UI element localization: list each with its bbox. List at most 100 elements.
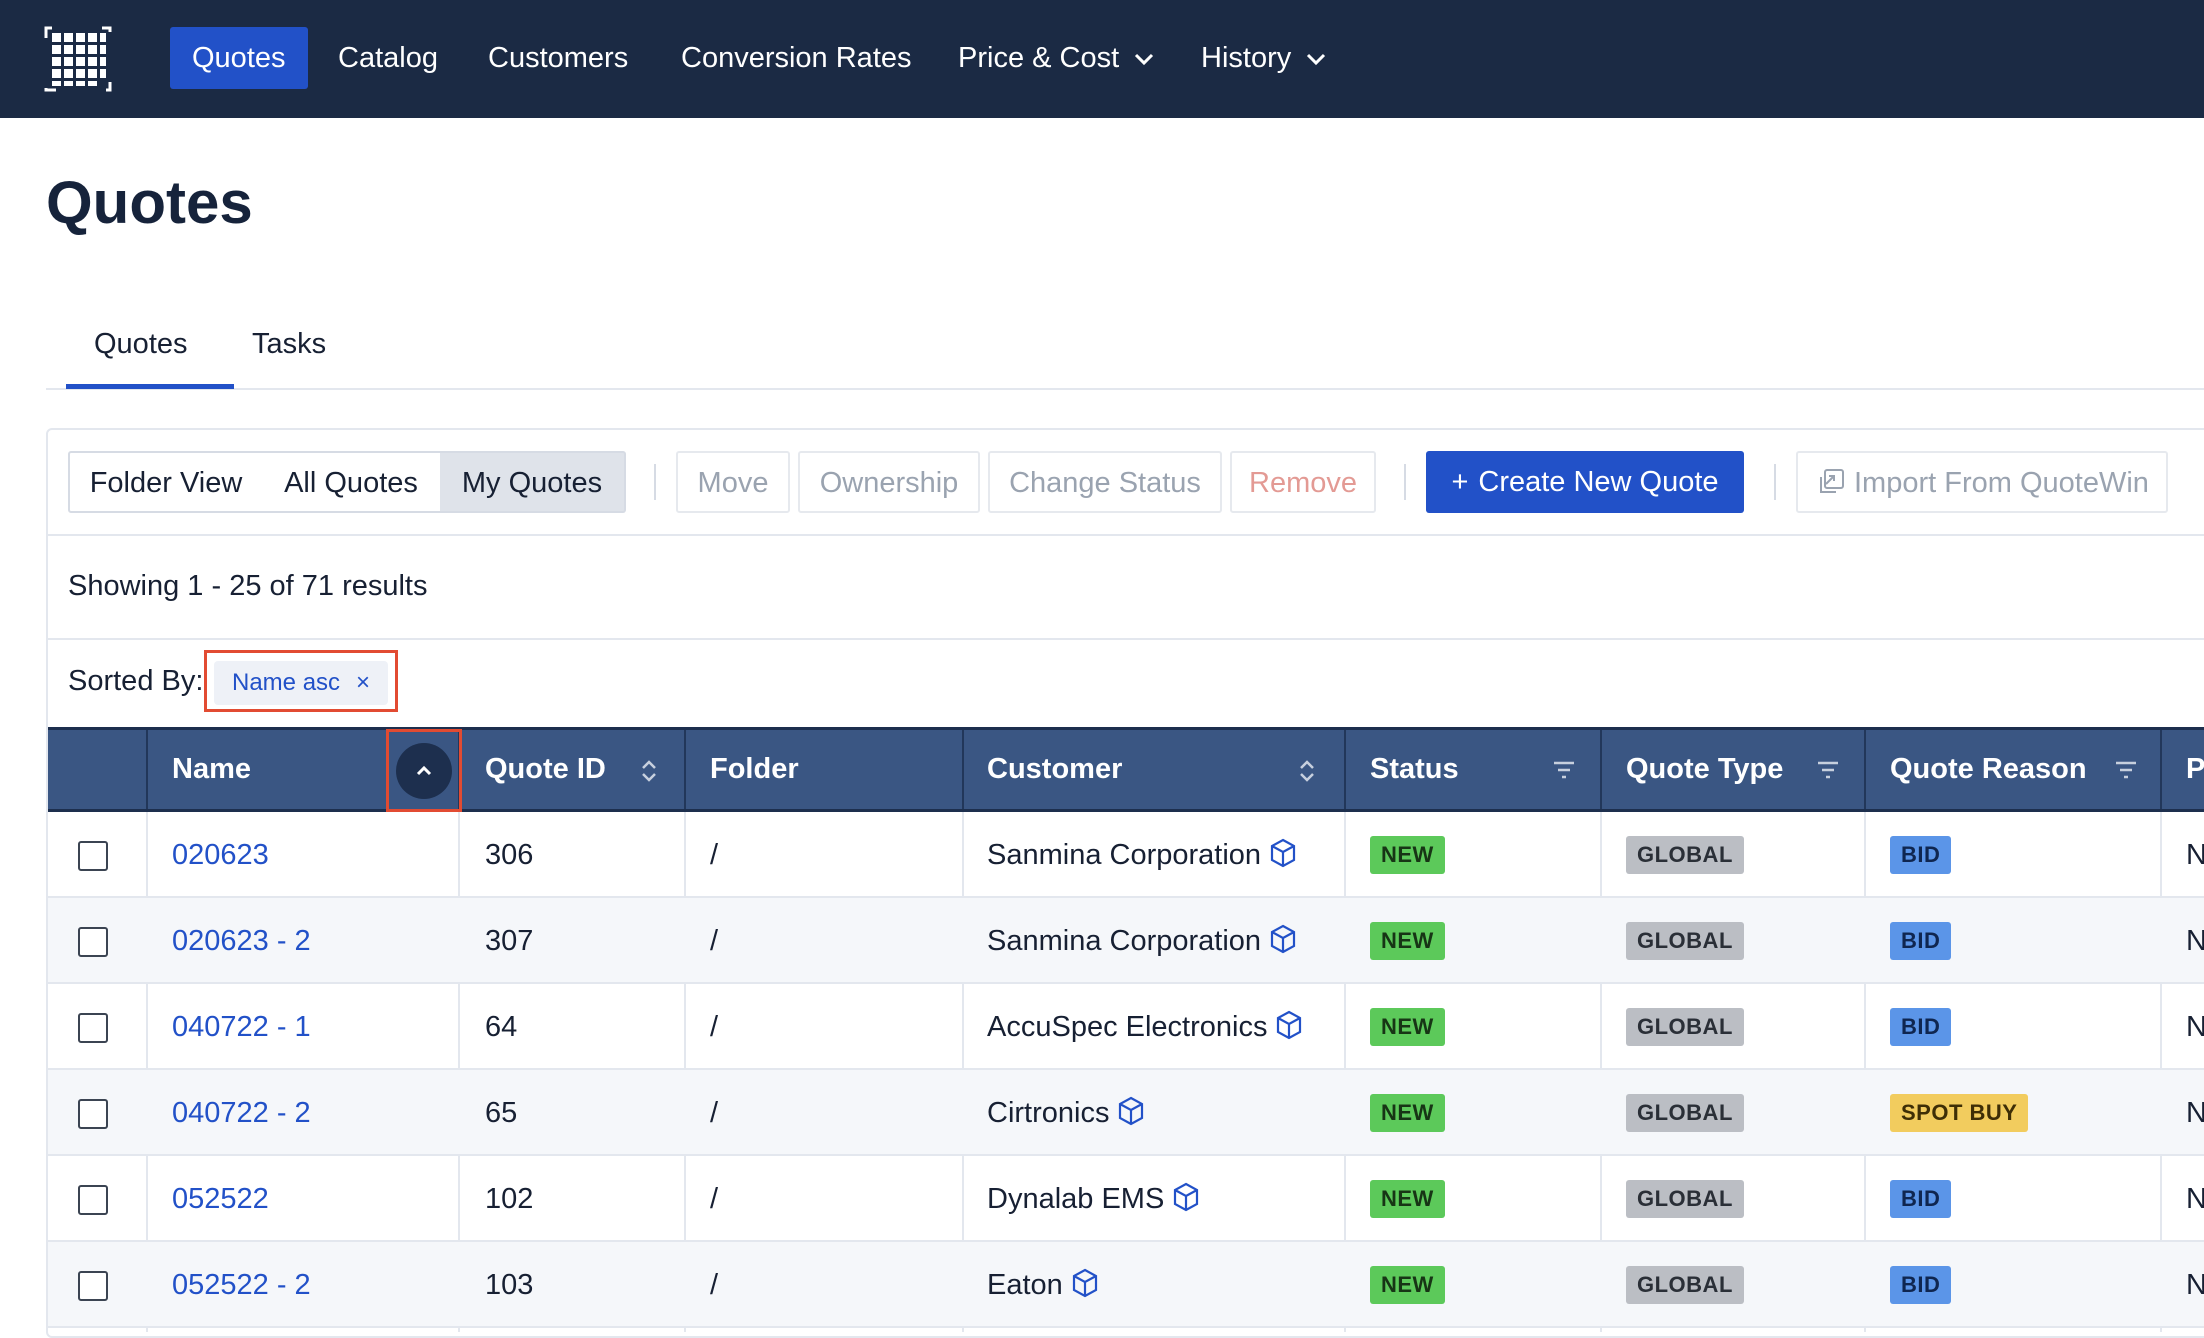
top-navbar: Quotes Catalog Customers Conversion Rate… bbox=[0, 0, 2204, 118]
status-badge: NEW bbox=[1370, 922, 1445, 960]
filter-icon[interactable] bbox=[2114, 758, 2138, 782]
table-row[interactable]: 052522 - 2 103 / Eaton NEW GLOBAL BID N bbox=[48, 1242, 2204, 1328]
cube-icon[interactable] bbox=[1269, 924, 1297, 954]
quote-name-link[interactable]: 052522 bbox=[172, 1156, 269, 1242]
plus-icon: + bbox=[1451, 466, 1469, 498]
import-icon bbox=[1820, 469, 1844, 494]
nav-quotes[interactable]: Quotes bbox=[170, 27, 308, 89]
toolbar-divider bbox=[1404, 464, 1406, 500]
header-divider bbox=[1864, 730, 1866, 809]
sorted-by-label: Sorted By: bbox=[68, 665, 204, 697]
quote-reason-badge: BID bbox=[1890, 922, 1952, 960]
folder-path: / bbox=[710, 1269, 719, 1301]
column-header-truncated[interactable]: P bbox=[2186, 730, 2204, 809]
column-header-quote-id[interactable]: Quote ID bbox=[485, 730, 606, 809]
customer-name: Eaton bbox=[987, 1269, 1063, 1301]
nav-quotes-label: Quotes bbox=[192, 42, 286, 74]
cube-icon[interactable] bbox=[1269, 838, 1297, 868]
folder-path: / bbox=[710, 1011, 719, 1043]
quote-type-badge: GLOBAL bbox=[1626, 922, 1744, 960]
status-badge: NEW bbox=[1370, 1266, 1445, 1304]
cube-icon[interactable] bbox=[1117, 1096, 1145, 1126]
nav-history[interactable]: History bbox=[1179, 27, 1349, 89]
row-checkbox[interactable] bbox=[78, 1271, 108, 1301]
app-grid-logo-icon[interactable] bbox=[44, 26, 112, 92]
column-header-folder[interactable]: Folder bbox=[710, 730, 799, 809]
column-header-status[interactable]: Status bbox=[1370, 730, 1459, 809]
toolbar-divider bbox=[654, 464, 656, 500]
quote-name-link[interactable]: 020623 bbox=[172, 812, 269, 898]
divider bbox=[48, 638, 2204, 640]
filter-icon[interactable] bbox=[1552, 758, 1576, 782]
truncated-cell: N bbox=[2186, 1183, 2204, 1215]
folder-path: / bbox=[710, 1097, 719, 1129]
status-badge: NEW bbox=[1370, 1180, 1445, 1218]
quote-name-link[interactable]: 040722 - 2 bbox=[172, 1070, 311, 1156]
table-row[interactable]: 020623 306 / Sanmina Corporation NEW GLO… bbox=[48, 812, 2204, 898]
header-divider bbox=[2160, 730, 2162, 809]
results-count: Showing 1 - 25 of 71 results bbox=[68, 570, 428, 602]
import-label: Import From QuoteWin bbox=[1854, 467, 2149, 499]
table-row[interactable]: 020623 - 2 307 / Sanmina Corporation NEW… bbox=[48, 898, 2204, 984]
tab-tasks[interactable]: Tasks bbox=[252, 328, 326, 361]
row-checkbox[interactable] bbox=[78, 927, 108, 957]
sort-toggle-icon[interactable] bbox=[1298, 758, 1316, 784]
cube-icon[interactable] bbox=[1071, 1268, 1099, 1298]
header-divider bbox=[146, 730, 148, 809]
column-header-quote-type[interactable]: Quote Type bbox=[1626, 730, 1783, 809]
row-checkbox[interactable] bbox=[78, 1099, 108, 1129]
column-header-name[interactable]: Name bbox=[172, 730, 251, 809]
import-from-quotewin-button[interactable]: Import From QuoteWin bbox=[1796, 451, 2168, 513]
ownership-button[interactable]: Ownership bbox=[798, 451, 980, 513]
row-checkbox[interactable] bbox=[78, 841, 108, 871]
quote-reason-badge: BID bbox=[1890, 1008, 1952, 1046]
my-quotes-button[interactable]: My Quotes bbox=[440, 451, 626, 513]
cube-icon[interactable] bbox=[1172, 1182, 1200, 1212]
quote-type-badge: GLOBAL bbox=[1626, 1180, 1744, 1218]
nav-conversion-rates[interactable]: Conversion Rates bbox=[659, 27, 934, 89]
folder-path: / bbox=[710, 925, 719, 957]
all-quotes-button[interactable]: All Quotes bbox=[262, 451, 442, 513]
status-badge: NEW bbox=[1370, 836, 1445, 874]
create-new-quote-button[interactable]: + Create New Quote bbox=[1426, 451, 1744, 513]
toolbar-divider bbox=[1774, 464, 1776, 500]
truncated-cell: N bbox=[2186, 1011, 2204, 1043]
customer-name: Dynalab EMS bbox=[987, 1183, 1165, 1215]
quote-name-link[interactable]: 040722 - 1 bbox=[172, 984, 311, 1070]
table-row[interactable]: 040722 - 1 64 / AccuSpec Electronics NEW… bbox=[48, 984, 2204, 1070]
header-divider bbox=[962, 730, 964, 809]
quote-id: 102 bbox=[485, 1183, 534, 1215]
nav-catalog[interactable]: Catalog bbox=[316, 27, 460, 89]
folder-view-button[interactable]: Folder View bbox=[68, 451, 264, 513]
quote-id: 65 bbox=[485, 1097, 518, 1129]
status-badge: NEW bbox=[1370, 1008, 1445, 1046]
nav-price-cost[interactable]: Price & Cost bbox=[936, 27, 1177, 89]
nav-history-label: History bbox=[1201, 42, 1292, 74]
customer-cell: Dynalab EMS bbox=[987, 1156, 1200, 1242]
truncated-cell: N bbox=[2186, 1097, 2204, 1129]
customer-cell: Sanmina Corporation bbox=[987, 898, 1297, 984]
table-row[interactable]: 040722 - 2 65 / Cirtronics NEW GLOBAL SP… bbox=[48, 1070, 2204, 1156]
header-divider bbox=[1344, 730, 1346, 809]
nav-customers[interactable]: Customers bbox=[466, 27, 650, 89]
move-button[interactable]: Move bbox=[676, 451, 790, 513]
column-header-customer[interactable]: Customer bbox=[987, 730, 1122, 809]
row-checkbox[interactable] bbox=[78, 1013, 108, 1043]
filter-icon[interactable] bbox=[1816, 758, 1840, 782]
sort-toggle-icon[interactable] bbox=[640, 758, 658, 784]
change-status-button[interactable]: Change Status bbox=[988, 451, 1222, 513]
cube-icon[interactable] bbox=[1275, 1010, 1303, 1040]
truncated-cell: N bbox=[2186, 925, 2204, 957]
remove-button[interactable]: Remove bbox=[1230, 451, 1376, 513]
column-header-quote-reason[interactable]: Quote Reason bbox=[1890, 730, 2087, 809]
table-row[interactable]: 052522 102 / Dynalab EMS NEW GLOBAL BID … bbox=[48, 1156, 2204, 1242]
quote-reason-badge: BID bbox=[1890, 1180, 1952, 1218]
nav-customers-label: Customers bbox=[488, 42, 629, 74]
truncated-cell: N bbox=[2186, 1269, 2204, 1301]
header-divider bbox=[1600, 730, 1602, 809]
quote-name-link[interactable]: 020623 - 2 bbox=[172, 898, 311, 984]
quote-name-link[interactable]: 052522 - 2 bbox=[172, 1242, 311, 1328]
create-new-quote-label: Create New Quote bbox=[1478, 466, 1719, 498]
tab-quotes[interactable]: Quotes bbox=[94, 328, 188, 361]
row-checkbox[interactable] bbox=[78, 1185, 108, 1215]
